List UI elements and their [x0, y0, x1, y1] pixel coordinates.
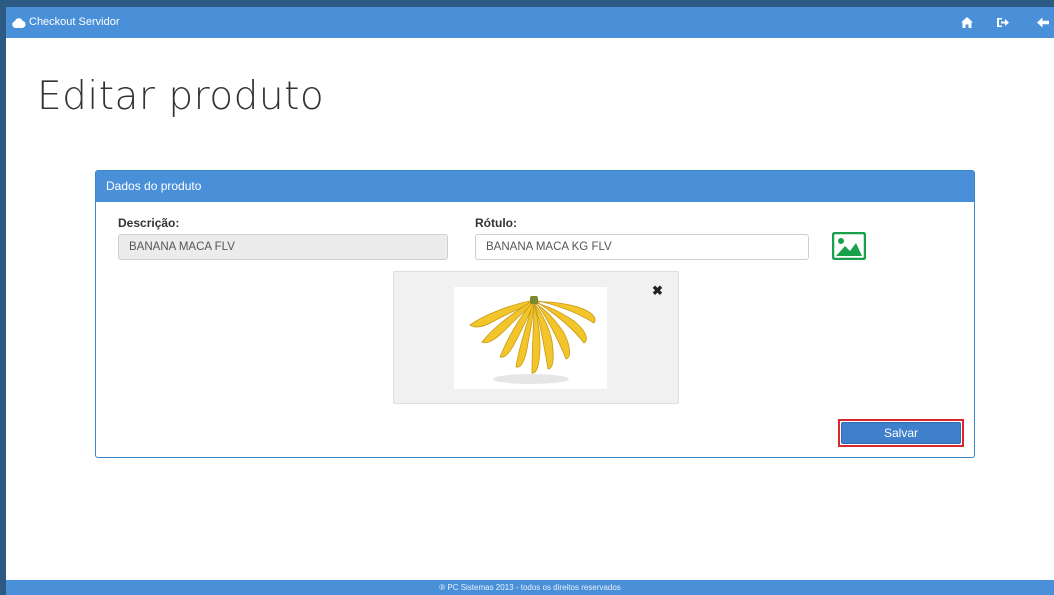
image-icon[interactable]	[832, 232, 866, 260]
descricao-label: Descrição:	[118, 216, 180, 230]
home-icon[interactable]	[960, 16, 974, 29]
product-panel: Dados do produto Descrição: BANANA MACA …	[95, 170, 975, 458]
page-title: Editar produto	[37, 74, 325, 119]
sign-out-icon[interactable]	[996, 16, 1010, 29]
cloud-icon	[12, 17, 26, 28]
arrow-back-icon[interactable]	[1036, 16, 1050, 29]
app-title: Checkout Servidor	[29, 16, 120, 28]
save-button[interactable]: Salvar	[841, 422, 961, 444]
banana-image	[454, 287, 607, 389]
app-brand[interactable]: Checkout Servidor	[12, 16, 120, 29]
image-preview: ✖	[393, 271, 679, 404]
top-navbar: Checkout Servidor	[6, 7, 1054, 38]
rotulo-label: Rótulo:	[475, 216, 517, 230]
descricao-field: BANANA MACA FLV	[118, 234, 448, 260]
footer: ® PC Sistemas 2013 - todos os direitos r…	[6, 580, 1054, 595]
rotulo-field[interactable]: BANANA MACA KG FLV	[475, 234, 809, 260]
close-icon[interactable]: ✖	[652, 284, 663, 298]
panel-heading: Dados do produto	[96, 171, 974, 202]
